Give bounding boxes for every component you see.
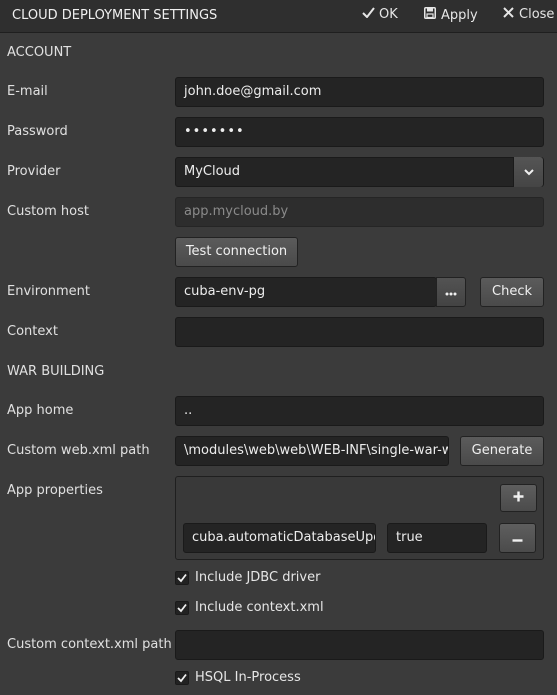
include-jdbc-label: Include JDBC driver [195, 570, 321, 585]
email-field[interactable]: john.doe@gmail.com [175, 77, 544, 107]
custom-context-label: Custom context.xml path [7, 637, 172, 652]
minus-icon [512, 531, 523, 546]
include-context-label: Include context.xml [195, 600, 324, 615]
custom-host-field: app.mycloud.by [175, 197, 544, 227]
dialog-header: CLOUD DEPLOYMENT SETTINGS OK Apply Close [0, 0, 557, 33]
property-value-field[interactable]: true [387, 523, 487, 553]
checkmark-icon [177, 673, 187, 683]
password-label: Password [7, 124, 68, 139]
chevron-down-icon [523, 165, 534, 180]
property-key-field[interactable]: cuba.automaticDatabaseUpdate [183, 523, 376, 553]
close-icon [501, 7, 515, 22]
custom-context-field[interactable] [175, 630, 544, 660]
environment-label: Environment [7, 284, 91, 299]
include-jdbc-checkbox[interactable] [175, 571, 189, 585]
plus-icon [513, 491, 524, 506]
custom-webxml-label: Custom web.xml path [7, 443, 150, 458]
context-label: Context [7, 324, 58, 339]
email-label: E-mail [7, 84, 48, 99]
provider-selected-value: MyCloud [184, 164, 241, 179]
dialog-title: CLOUD DEPLOYMENT SETTINGS [12, 8, 218, 23]
custom-host-label: Custom host [7, 204, 89, 219]
close-button[interactable]: Close [501, 7, 554, 22]
context-field[interactable] [175, 317, 544, 347]
add-property-button[interactable] [500, 484, 537, 512]
environment-field[interactable]: cuba-env-pg [175, 277, 437, 307]
remove-property-button[interactable] [499, 523, 536, 553]
environment-browse-button[interactable] [436, 277, 466, 307]
provider-select[interactable]: MyCloud [175, 157, 544, 187]
ok-button-label: OK [379, 7, 398, 22]
account-section-title: ACCOUNT [7, 45, 72, 60]
include-context-checkbox[interactable] [175, 601, 189, 615]
provider-dropdown-button[interactable] [513, 157, 543, 187]
apply-button[interactable]: Apply [423, 7, 478, 23]
apply-button-label: Apply [441, 8, 478, 23]
password-field[interactable]: ••••••• [175, 117, 544, 147]
save-icon [423, 7, 437, 23]
hsql-checkbox[interactable] [175, 671, 189, 685]
checkmark-icon [177, 603, 187, 613]
checkmark-icon [361, 7, 375, 22]
checkmark-icon [177, 573, 187, 583]
provider-label: Provider [7, 164, 61, 179]
close-button-label: Close [519, 7, 555, 22]
war-building-section-title: WAR BUILDING [7, 364, 105, 379]
ok-button[interactable]: OK [361, 7, 398, 22]
test-connection-button[interactable]: Test connection [175, 237, 298, 267]
generate-button[interactable]: Generate [460, 436, 544, 466]
app-properties-label: App properties [7, 483, 103, 498]
check-button[interactable]: Check [480, 277, 544, 307]
app-home-label: App home [7, 403, 74, 418]
hsql-label: HSQL In-Process [195, 670, 301, 685]
app-home-field[interactable]: .. [175, 396, 544, 426]
ellipsis-icon [445, 285, 457, 300]
custom-webxml-field[interactable]: \modules\web\web\WEB-INF\single-war-web.… [175, 436, 449, 466]
